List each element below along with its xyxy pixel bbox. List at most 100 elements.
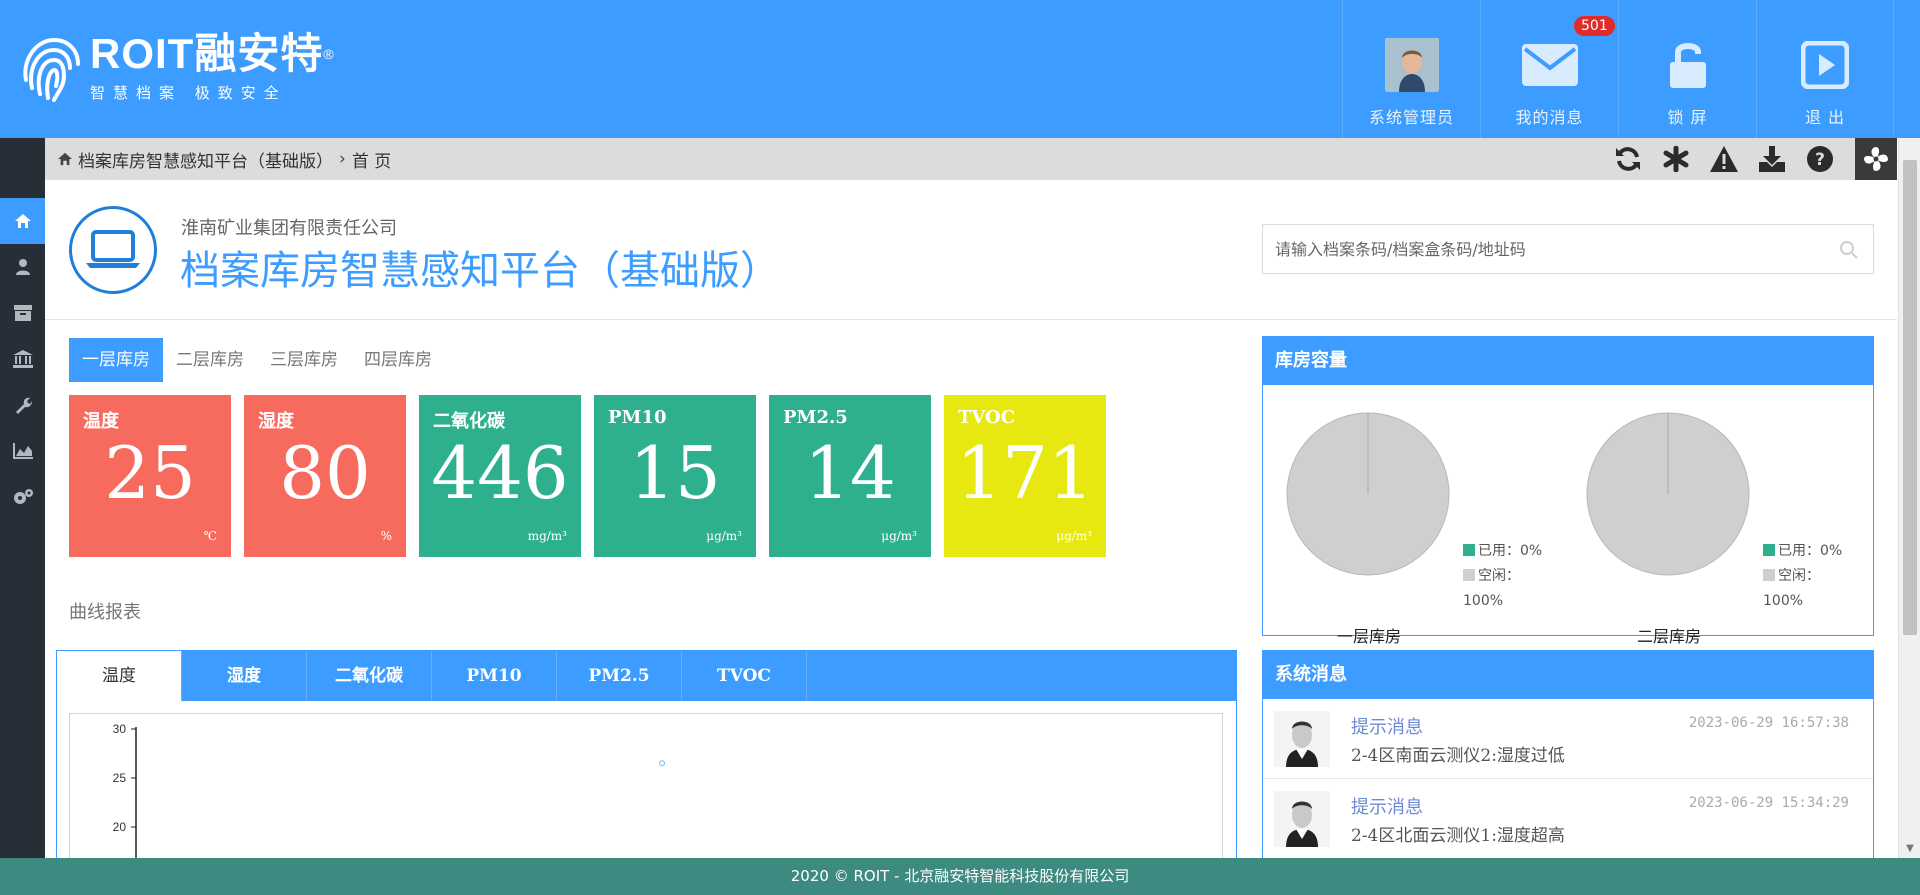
scroll-down-arrow-icon[interactable]: ▼ (1899, 840, 1920, 858)
tab-floor-3[interactable]: 三层库房 (257, 338, 351, 382)
curve-chart-svg: 30 25 20 (113, 722, 665, 874)
sensor-card-pm10[interactable]: PM10 15 μg/m³ (594, 395, 756, 557)
tab-curve-pm25[interactable]: PM2.5 (557, 651, 682, 701)
tab-floor-2[interactable]: 二层库房 (163, 338, 257, 382)
download-icon[interactable] (1757, 144, 1787, 174)
capacity-title: 库房容量 (1263, 337, 1873, 385)
sensor-cards: 温度 25 ℃ 湿度 80 % 二氧化碳 446 mg/m³ PM10 15 μ… (69, 395, 1106, 557)
message-text: 2-4区北面云测仪1:湿度超高 (1351, 826, 1565, 846)
help-icon[interactable]: ? (1805, 144, 1835, 174)
vertical-scrollbar[interactable]: ▲ ▼ (1898, 138, 1920, 858)
laptop-icon (69, 206, 157, 294)
sensor-unit: μg/m³ (706, 529, 742, 543)
my-messages[interactable]: 501 我的消息 (1480, 0, 1618, 138)
sidebar-item-settings[interactable] (0, 474, 45, 520)
barcode-search (1262, 224, 1874, 274)
sensor-label: 二氧化碳 (433, 411, 505, 432)
capacity-pie-floor-2: 二层库房 已用：0% 空闲：100% (1563, 407, 1843, 646)
sensor-card-temperature[interactable]: 温度 25 ℃ (69, 395, 231, 557)
sensor-value: 15 (629, 431, 721, 515)
barcode-search-input[interactable] (1263, 225, 1803, 273)
tab-curve-co2[interactable]: 二氧化碳 (307, 651, 432, 701)
legend-used-label: 已用：0% (1778, 543, 1843, 559)
curve-chart: 30 25 20 (69, 713, 1223, 874)
sensor-label: 温度 (83, 411, 119, 432)
tab-floor-1[interactable]: 一层库房 (69, 338, 163, 382)
exit-button[interactable]: 退 出 (1756, 0, 1894, 138)
tab-curve-tvoc[interactable]: TVOC (682, 651, 807, 701)
sensor-label: PM2.5 (783, 407, 848, 428)
curve-chart-panel: 温度 湿度 二氧化碳 PM10 PM2.5 TVOC 30 25 20 (56, 650, 1237, 874)
home-icon (14, 214, 31, 228)
sidebar-item-statistics[interactable] (0, 428, 45, 474)
lock-screen-button[interactable]: 锁 屏 (1618, 0, 1756, 138)
curve-report-title: 曲线报表 (69, 602, 141, 623)
breadcrumb-current: 首 页 (351, 151, 392, 172)
tab-curve-temperature[interactable]: 温度 (57, 651, 182, 701)
sensor-card-tvoc[interactable]: TVOC 171 μg/m³ (944, 395, 1106, 557)
asterisk-icon[interactable] (1661, 144, 1691, 174)
fan-icon[interactable] (1855, 138, 1897, 180)
page-header: 淮南矿业集团有限责任公司 档案库房智慧感知平台（基础版） (45, 180, 1897, 320)
search-icon[interactable] (1839, 240, 1859, 260)
sidebar-item-home[interactable] (0, 198, 45, 244)
message-title: 提示消息 (1351, 797, 1423, 818)
logo-title: ROIT融安特® (90, 30, 335, 77)
page-title: 档案库房智慧感知平台（基础版） (180, 248, 780, 294)
logo-slogan: 智慧档案 极致安全 (90, 84, 287, 102)
message-item[interactable]: 提示消息 2023-06-29 15:34:29 2-4区北面云测仪1:湿度超高 (1263, 779, 1873, 859)
sensor-card-humidity[interactable]: 湿度 80 % (244, 395, 406, 557)
message-item[interactable]: 提示消息 2023-06-29 16:57:38 2-4区南面云测仪2:湿度过低 (1263, 699, 1873, 779)
refresh-icon[interactable] (1613, 144, 1643, 174)
gears-icon (13, 489, 33, 504)
sidebar-item-user[interactable] (0, 244, 45, 290)
tab-curve-pm10[interactable]: PM10 (432, 651, 557, 701)
breadcrumb: 档案库房智慧感知平台（基础版） › 首 页 (57, 147, 391, 172)
bank-icon (12, 350, 33, 368)
breadcrumb-root[interactable]: 档案库房智慧感知平台（基础版） (78, 147, 333, 172)
exit-label: 退 出 (1804, 108, 1846, 127)
legend-used-label: 已用：0% (1478, 543, 1543, 559)
curve-tabs: 温度 湿度 二氧化碳 PM10 PM2.5 TVOC (57, 651, 1236, 701)
sidebar-item-tools[interactable] (0, 382, 45, 428)
sensor-value: 446 (431, 431, 569, 515)
logo-fingerprint-icon (23, 37, 80, 102)
sensor-unit: mg/m³ (527, 529, 567, 543)
pie-name: 一层库房 (1337, 627, 1402, 646)
chart-y-tick-label: 25 (113, 771, 127, 785)
sensor-label: 湿度 (258, 411, 294, 432)
admin-user-menu[interactable]: 系统管理员 (1342, 0, 1480, 138)
sidebar-item-archive[interactable] (0, 290, 45, 336)
legend-swatch-used (1763, 544, 1775, 556)
pie-name: 二层库房 (1637, 627, 1702, 646)
message-count-badge: 501 (1574, 16, 1615, 36)
scroll-thumb[interactable] (1903, 160, 1917, 635)
chart-y-tick-label: 30 (113, 722, 127, 736)
left-sidebar (0, 138, 45, 858)
messages-label: 我的消息 (1515, 108, 1584, 127)
sidebar-item-institution[interactable] (0, 336, 45, 382)
tab-curve-humidity[interactable]: 湿度 (182, 651, 307, 701)
archive-box-icon (13, 305, 32, 321)
message-time: 2023-06-29 15:34:29 (1688, 795, 1849, 811)
chart-data-point[interactable] (659, 760, 665, 767)
floor-tabs: 一层库房 二层库房 三层库房 四层库房 (69, 338, 445, 382)
message-title: 提示消息 (1351, 717, 1423, 738)
sensor-unit: μg/m³ (1056, 529, 1092, 543)
sensor-value: 25 (104, 431, 196, 515)
sensor-card-pm25[interactable]: PM2.5 14 μg/m³ (769, 395, 931, 557)
tab-floor-4[interactable]: 四层库房 (351, 338, 445, 382)
warning-icon[interactable] (1709, 144, 1739, 174)
sensor-value: 171 (956, 431, 1094, 515)
message-avatar (1274, 791, 1330, 847)
sensor-value: 80 (279, 431, 371, 515)
legend-swatch-used (1463, 544, 1475, 556)
legend-swatch-free (1763, 569, 1775, 581)
breadcrumb-bar: 档案库房智慧感知平台（基础版） › 首 页 ? (45, 138, 1897, 180)
legend-swatch-free (1463, 569, 1475, 581)
message-avatar (1274, 711, 1330, 767)
envelope-icon (1521, 44, 1578, 86)
sensor-card-co2[interactable]: 二氧化碳 446 mg/m³ (419, 395, 581, 557)
capacity-panel: 库房容量 一层库房 已用：0% 空闲：100% 二层库房 已用：0% 空闲：10… (1262, 336, 1874, 646)
lock-screen-label: 锁 屏 (1667, 108, 1708, 127)
